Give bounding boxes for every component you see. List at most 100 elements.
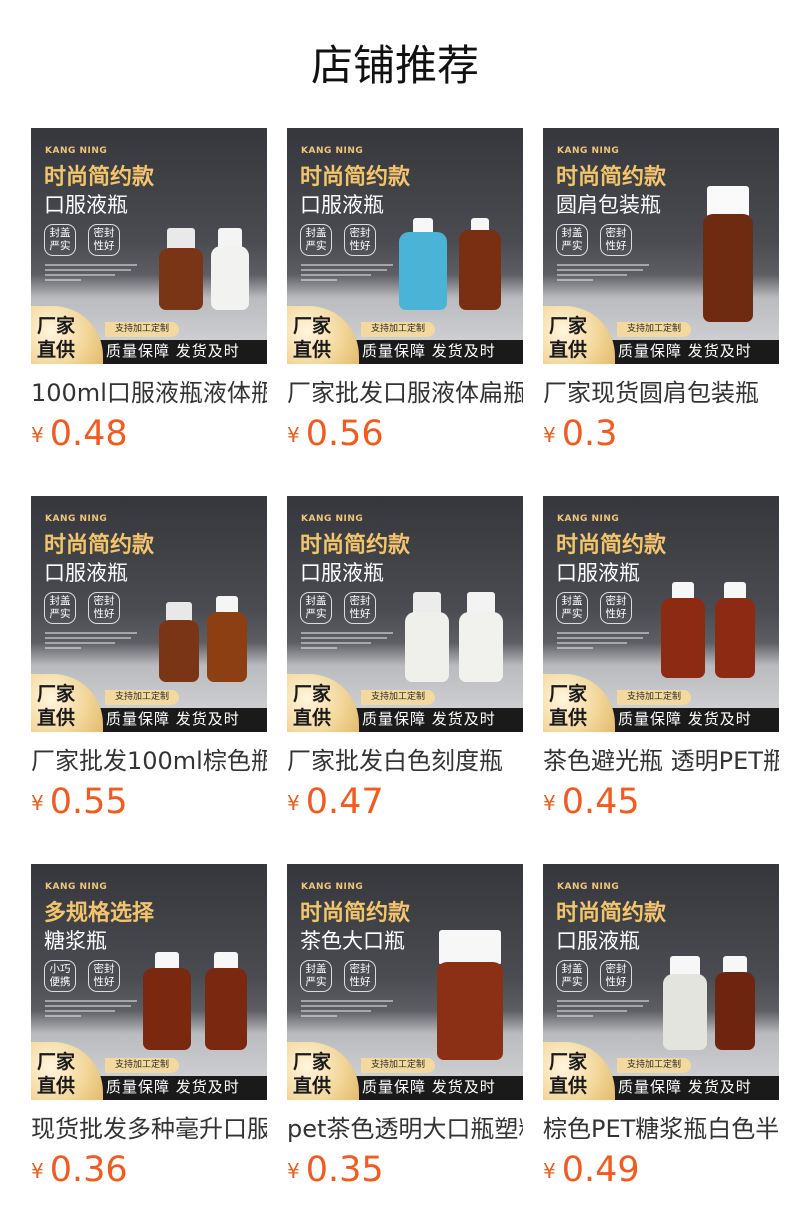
product-title[interactable]: 茶色避光瓶 透明PET瓶: [543, 744, 779, 778]
bottle-body: [703, 214, 753, 322]
feature-badge: 密封 性好: [344, 592, 376, 624]
price-value: 0.56: [305, 414, 384, 454]
bottle-body: [211, 246, 249, 310]
product-card[interactable]: KANG NING 时尚简约款 茶色大口瓶 封盖 严实 密封 性好 质量保障 发…: [287, 864, 523, 1204]
promo-bar-text: 质量保障 发货及时: [106, 342, 240, 360]
promo-bar-text: 质量保障 发货及时: [618, 342, 752, 360]
bottle-image: [703, 186, 753, 322]
promo-banner: 质量保障 发货及时 支持加工定制 厂家 直供: [287, 1042, 523, 1100]
bottle-cap: [413, 592, 441, 614]
product-image[interactable]: KANG NING 时尚简约款 口服液瓶 封盖 严实 密封 性好 质量保障 发货…: [287, 496, 523, 732]
promo-banner: 质量保障 发货及时 支持加工定制 厂家 直供: [287, 674, 523, 732]
product-price: ¥0.45: [543, 782, 640, 822]
image-headline: 时尚简约款: [556, 533, 667, 558]
product-price: ¥0.36: [31, 1150, 128, 1190]
product-image[interactable]: KANG NING 时尚简约款 口服液瓶 封盖 严实 密封 性好 质量保障 发货…: [31, 496, 267, 732]
currency-symbol: ¥: [543, 423, 556, 447]
product-title[interactable]: 棕色PET糖浆瓶白色半透明: [543, 1112, 779, 1146]
promo-bar-text: 质量保障 发货及时: [106, 1078, 240, 1096]
bottle-image: [159, 228, 203, 310]
bottle-body: [715, 598, 755, 678]
product-title[interactable]: 厂家批发100ml棕色瓶: [31, 744, 267, 778]
price-value: 0.3: [561, 414, 618, 454]
product-title[interactable]: pet茶色透明大口瓶塑料: [287, 1112, 523, 1146]
brand-label: KANG NING: [45, 514, 108, 524]
feature-badge: 密封 性好: [88, 592, 120, 624]
bottle-image: [437, 930, 503, 1060]
bottle-body: [663, 974, 707, 1050]
bottle-cap: [167, 228, 195, 250]
product-image[interactable]: KANG NING 时尚简约款 口服液瓶 封盖 严实 密封 性好 质量保障 发货…: [31, 128, 267, 364]
product-title[interactable]: 厂家现货圆肩包装瓶: [543, 376, 779, 410]
bottle-body: [661, 598, 705, 678]
product-price: ¥0.55: [31, 782, 128, 822]
promo-banner: 质量保障 发货及时 支持加工定制 厂家 直供: [543, 306, 779, 364]
custom-tag: 支持加工定制: [361, 322, 436, 337]
bottle-cap: [467, 592, 495, 614]
fine-print: [557, 1000, 649, 1020]
bottle-image: [663, 956, 707, 1050]
bottle-body: [459, 230, 501, 310]
promo-banner: 质量保障 发货及时 支持加工定制 厂家 直供: [31, 306, 267, 364]
fine-print: [45, 264, 137, 284]
image-headline: 多规格选择: [44, 901, 155, 926]
image-headline: 时尚简约款: [44, 533, 155, 558]
product-card[interactable]: KANG NING 时尚简约款 口服液瓶 封盖 严实 密封 性好 质量保障 发货…: [287, 128, 523, 468]
custom-tag: 支持加工定制: [617, 690, 692, 705]
feature-badge: 封盖 严实: [300, 592, 332, 624]
image-subline: 糖浆瓶: [44, 929, 107, 953]
bottle-cap: [670, 956, 700, 976]
currency-symbol: ¥: [287, 1159, 300, 1183]
product-card[interactable]: KANG NING 时尚简约款 口服液瓶 封盖 严实 密封 性好 质量保障 发货…: [31, 496, 267, 836]
bottle-image: [159, 602, 199, 682]
feature-badge: 密封 性好: [600, 592, 632, 624]
product-card[interactable]: KANG NING 多规格选择 糖浆瓶 小巧 便携 密封 性好 质量保障 发货及…: [31, 864, 267, 1204]
image-headline: 时尚简约款: [556, 165, 667, 190]
brand-label: KANG NING: [301, 514, 364, 524]
feature-badge: 密封 性好: [344, 960, 376, 992]
product-card[interactable]: KANG NING 时尚简约款 口服液瓶 封盖 严实 密封 性好 质量保障 发货…: [287, 496, 523, 836]
image-subline: 圆肩包装瓶: [556, 193, 661, 217]
image-subline: 口服液瓶: [44, 193, 128, 217]
price-value: 0.49: [561, 1150, 640, 1190]
product-title[interactable]: 厂家批发白色刻度瓶: [287, 744, 523, 778]
currency-symbol: ¥: [287, 791, 300, 815]
product-card[interactable]: KANG NING 时尚简约款 口服液瓶 封盖 严实 密封 性好 质量保障 发货…: [543, 864, 779, 1204]
feature-badge: 封盖 严实: [44, 592, 76, 624]
price-value: 0.36: [49, 1150, 128, 1190]
fine-print: [301, 264, 393, 284]
product-card[interactable]: KANG NING 时尚简约款 口服液瓶 封盖 严实 密封 性好 质量保障 发货…: [31, 128, 267, 468]
product-image[interactable]: KANG NING 多规格选择 糖浆瓶 小巧 便携 密封 性好 质量保障 发货及…: [31, 864, 267, 1100]
promo-bar-text: 质量保障 发货及时: [362, 1078, 496, 1096]
factory-seal-text: 厂家 直供: [549, 315, 588, 361]
image-subline: 口服液瓶: [556, 929, 640, 953]
brand-label: KANG NING: [301, 882, 364, 892]
factory-seal-text: 厂家 直供: [293, 683, 332, 729]
price-value: 0.55: [49, 782, 128, 822]
bottle-body: [159, 620, 199, 682]
product-image[interactable]: KANG NING 时尚简约款 口服液瓶 封盖 严实 密封 性好 质量保障 发货…: [287, 128, 523, 364]
bottle-cap: [218, 228, 242, 248]
custom-tag: 支持加工定制: [617, 1058, 692, 1073]
promo-banner: 质量保障 发货及时 支持加工定制 厂家 直供: [31, 1042, 267, 1100]
feature-badge: 封盖 严实: [300, 960, 332, 992]
product-title[interactable]: 现货批发多种毫升口服液瓶: [31, 1112, 267, 1146]
product-card[interactable]: KANG NING 时尚简约款 口服液瓶 封盖 严实 密封 性好 质量保障 发货…: [543, 496, 779, 836]
factory-seal-text: 厂家 直供: [37, 683, 76, 729]
bottle-image: [405, 592, 449, 682]
product-price: ¥0.47: [287, 782, 384, 822]
product-image[interactable]: KANG NING 时尚简约款 口服液瓶 封盖 严实 密封 性好 质量保障 发货…: [543, 864, 779, 1100]
custom-tag: 支持加工定制: [105, 322, 180, 337]
brand-label: KANG NING: [557, 146, 620, 156]
product-title[interactable]: 100ml口服液瓶液体瓶: [31, 376, 267, 410]
factory-seal-text: 厂家 直供: [549, 683, 588, 729]
product-card[interactable]: KANG NING 时尚简约款 圆肩包装瓶 封盖 严实 密封 性好 质量保障 发…: [543, 128, 779, 468]
brand-label: KANG NING: [557, 514, 620, 524]
product-price: ¥0.3: [543, 414, 617, 454]
brand-label: KANG NING: [45, 882, 108, 892]
product-title[interactable]: 厂家批发口服液体扁瓶: [287, 376, 523, 410]
product-image[interactable]: KANG NING 时尚简约款 茶色大口瓶 封盖 严实 密封 性好 质量保障 发…: [287, 864, 523, 1100]
fine-print: [301, 1000, 393, 1020]
product-image[interactable]: KANG NING 时尚简约款 口服液瓶 封盖 严实 密封 性好 质量保障 发货…: [543, 496, 779, 732]
product-image[interactable]: KANG NING 时尚简约款 圆肩包装瓶 封盖 严实 密封 性好 质量保障 发…: [543, 128, 779, 364]
